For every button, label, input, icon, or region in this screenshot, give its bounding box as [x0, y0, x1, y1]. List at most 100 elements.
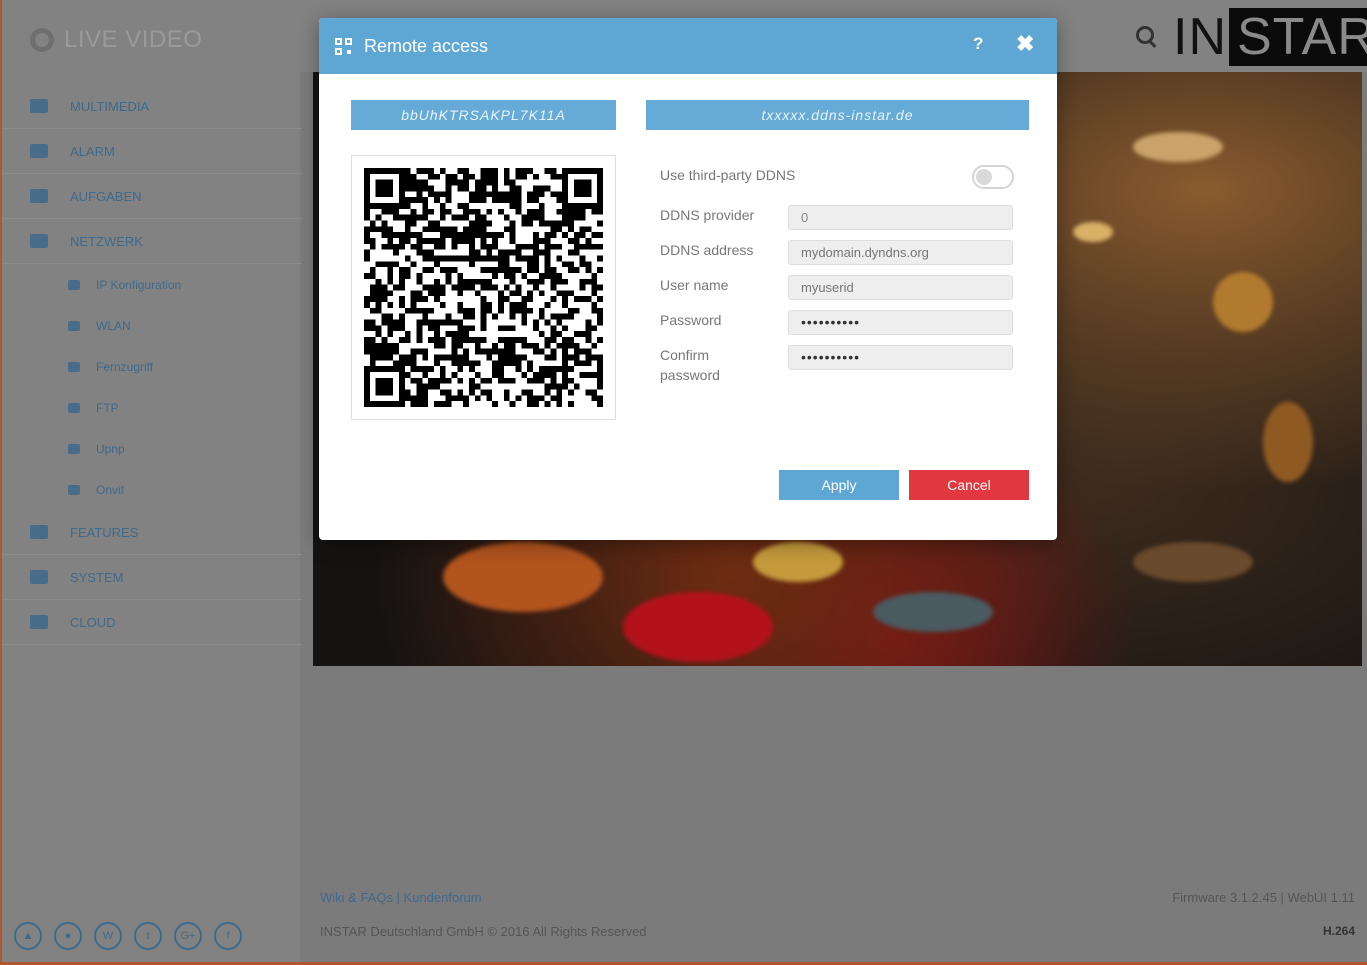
- qr-module: [369, 348, 376, 355]
- sidebar-subitem-wlan[interactable]: WLAN: [2, 305, 302, 346]
- qr-module: [433, 337, 440, 343]
- qr-module: [480, 278, 487, 285]
- qr-module: [585, 389, 592, 396]
- qr-module: [498, 232, 504, 238]
- qr-module: [457, 272, 464, 279]
- social-button[interactable]: ▲: [14, 922, 42, 950]
- qr-module: [422, 319, 429, 326]
- qr-module: [515, 360, 522, 367]
- qr-module: [573, 383, 580, 390]
- user-name-field[interactable]: [788, 275, 1013, 300]
- qr-module: [533, 255, 539, 262]
- apply-button[interactable]: Apply: [779, 470, 899, 500]
- qr-module: [509, 377, 516, 384]
- brand-logo: IN STAR: [1171, 8, 1367, 66]
- qr-module: [433, 261, 440, 268]
- search-icon[interactable]: [1136, 26, 1154, 44]
- qr-module: [585, 243, 592, 250]
- qr-module: [457, 214, 464, 221]
- qr-module: [550, 395, 557, 402]
- sidebar-item-multimedia[interactable]: MULTIMEDIA: [2, 84, 302, 129]
- qr-module: [509, 232, 516, 238]
- qr-module: [463, 348, 469, 355]
- qr-module: [579, 296, 586, 303]
- qr-module: [457, 342, 464, 349]
- social-button[interactable]: f: [214, 922, 242, 950]
- qr-module: [416, 168, 423, 174]
- qr-module: [556, 389, 563, 396]
- qr-module: [404, 214, 411, 221]
- qr-module: [591, 395, 598, 402]
- qr-module: [568, 389, 574, 396]
- qr-module: [428, 255, 434, 262]
- password-field[interactable]: ••••••••••: [788, 310, 1013, 335]
- sidebar-subitem-fernzugriff[interactable]: Fernzugriff: [2, 346, 302, 387]
- qr-module: [416, 307, 423, 314]
- qr-module: [439, 202, 446, 209]
- help-button[interactable]: ?: [973, 34, 983, 54]
- social-button[interactable]: W: [94, 922, 122, 950]
- sidebar-item-label: FTP: [96, 400, 119, 415]
- qr-module: [550, 284, 557, 291]
- qr-module: [579, 208, 586, 215]
- qr-module: [439, 302, 446, 308]
- qr-module: [498, 296, 504, 303]
- qr-module: [550, 267, 557, 273]
- qr-module: [398, 272, 405, 279]
- qr-module: [503, 272, 510, 279]
- qr-module: [562, 214, 569, 221]
- qr-module: [463, 168, 469, 174]
- qr-module: [498, 261, 504, 268]
- qr-module: [463, 208, 469, 215]
- sidebar-subitem-upnp[interactable]: Upnp: [2, 428, 302, 469]
- qr-module: [404, 372, 411, 378]
- ddns-address-field[interactable]: [788, 240, 1013, 265]
- star-icon: [30, 525, 48, 539]
- qr-module: [433, 191, 440, 198]
- qr-module: [568, 249, 574, 256]
- sidebar-subitem-onvif[interactable]: Onvif: [2, 469, 302, 510]
- confirm-password-field[interactable]: ••••••••••: [788, 345, 1013, 370]
- social-button[interactable]: G+: [174, 922, 202, 950]
- video-light: [1133, 542, 1253, 582]
- sidebar-item-netzwerk[interactable]: NETZWERK: [2, 219, 302, 264]
- sidebar-item-aufgaben[interactable]: AUFGABEN: [2, 174, 302, 219]
- qr-module: [498, 191, 504, 198]
- sidebar-subitem-ip[interactable]: IP Konfiguration: [2, 264, 302, 305]
- qr-module: [364, 348, 370, 355]
- qr-module: [538, 208, 545, 215]
- qr-module: [556, 272, 563, 279]
- qr-module: [416, 337, 423, 343]
- qr-module: [492, 191, 499, 198]
- sidebar-item-cloud[interactable]: CLOUD: [2, 600, 302, 645]
- close-button[interactable]: ✖: [1016, 31, 1034, 57]
- qr-module: [550, 272, 557, 279]
- qr-module: [404, 389, 411, 396]
- qr-module: [422, 185, 429, 192]
- qr-module: [474, 226, 481, 233]
- ddns-provider-field[interactable]: [788, 205, 1013, 230]
- qr-module: [585, 319, 592, 326]
- qr-module: [433, 290, 440, 297]
- qr-module: [480, 191, 487, 198]
- qr-module: [439, 208, 446, 215]
- social-button[interactable]: ●: [54, 922, 82, 950]
- qr-module: [585, 325, 592, 332]
- cancel-button[interactable]: Cancel: [909, 470, 1029, 500]
- app-logo[interactable]: LIVE VIDEO: [30, 26, 202, 54]
- qr-module: [527, 296, 534, 303]
- social-button[interactable]: t: [134, 922, 162, 950]
- sidebar-item-alarm[interactable]: ALARM: [2, 129, 302, 174]
- third-party-ddns-toggle[interactable]: [972, 165, 1014, 189]
- qr-module: [568, 214, 574, 221]
- qr-module: [538, 307, 545, 314]
- sidebar-item-system[interactable]: SYSTEM: [2, 555, 302, 600]
- qr-module: [573, 243, 580, 250]
- qr-module: [451, 319, 458, 326]
- footer-links[interactable]: Wiki & FAQs | Kundenforum: [320, 890, 482, 905]
- qr-module: [585, 337, 592, 343]
- qr-module: [480, 197, 487, 203]
- qr-module: [416, 319, 423, 326]
- sidebar-item-features[interactable]: FEATURES: [2, 510, 302, 555]
- sidebar-subitem-ftp[interactable]: FTP: [2, 387, 302, 428]
